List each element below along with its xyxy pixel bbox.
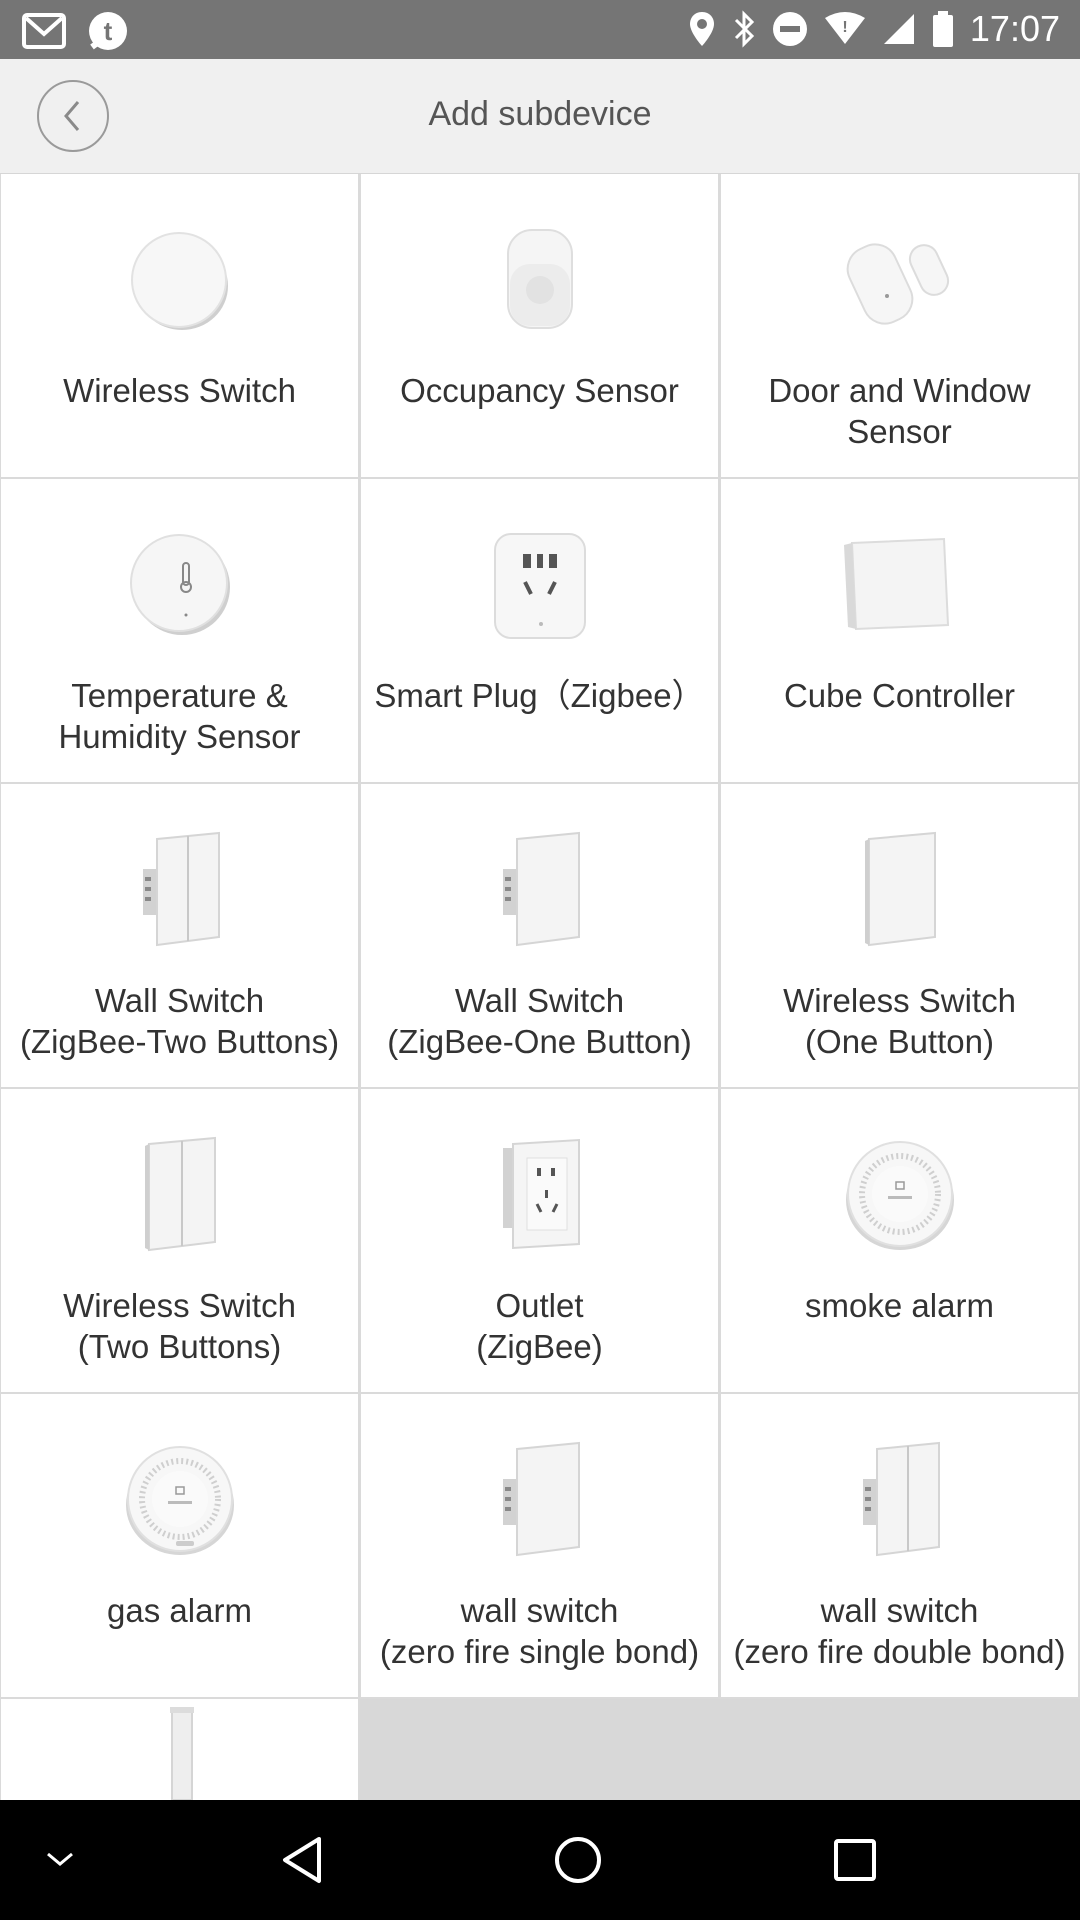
system-nav-bar [0,1800,1080,1920]
device-label: Door and Window Sensor [768,372,1031,450]
device-wall-switch-zero-fire-double[interactable]: wall switch (zero fire double bond) [720,1394,1080,1699]
device-smart-plug[interactable]: Smart Plug（Zigbee） [360,479,720,784]
outlet-device-icon [502,1138,580,1250]
device-label: Wall Switch (ZigBee-Two Buttons) [19,982,340,1060]
device-label: Wall Switch (ZigBee-One Button) [387,982,692,1060]
gas-alarm-device-icon [125,1446,234,1555]
hide-keyboard-icon [47,1852,73,1866]
home-nav-button[interactable] [538,1800,618,1920]
device-cube-controller[interactable]: Cube Controller [720,479,1080,784]
device-label: Smart Plug（Zigbee） [374,677,705,714]
app-header: Add subdevice [0,59,1080,174]
chevron-left-icon [64,101,80,131]
status-bar: t ! 17:07 [0,0,1080,59]
wall-switch-one-device-icon [502,831,580,947]
smoke-alarm-device-icon [845,1141,954,1250]
status-time: 17:07 [969,8,1060,49]
wireless-switch-two-device-icon [144,1136,216,1252]
svg-text:!: ! [842,19,847,36]
device-wireless-switch[interactable]: Wireless Switch [0,174,360,479]
wall-switch-two-device-icon [862,1441,940,1557]
device-wireless-switch-two[interactable]: Wireless Switch (Two Buttons) [0,1089,360,1394]
cube-device-icon [843,537,949,631]
device-occupancy-sensor[interactable]: Occupancy Sensor [360,174,720,479]
device-wall-switch-two[interactable]: Wall Switch (ZigBee-Two Buttons) [0,784,360,1089]
recents-square-icon [834,1839,876,1881]
device-curtain[interactable] [0,1699,360,1800]
door-sensor-device-icon [846,243,949,325]
device-label: wall switch (zero fire double bond) [733,1592,1066,1670]
smart-plug-device-icon [493,533,586,639]
device-door-window-sensor[interactable]: Door and Window Sensor [720,174,1080,479]
signal-icon [883,14,914,44]
round-button-device-icon [130,232,228,330]
recents-nav-button[interactable] [815,1800,895,1920]
device-label: wall switch (zero fire single bond) [379,1592,700,1670]
svg-text:t: t [104,16,113,46]
device-wall-switch-one[interactable]: Wall Switch (ZigBee-One Button) [360,784,720,1089]
device-gas-alarm[interactable]: gas alarm [0,1394,360,1699]
gmail-icon [22,13,66,49]
home-circle-icon [555,1837,601,1883]
device-label: gas alarm [107,1592,252,1629]
device-label: Temperature & Humidity Sensor [58,677,301,755]
location-icon [689,12,714,46]
device-outlet[interactable]: Outlet (ZigBee) [360,1089,720,1394]
device-label: Outlet (ZigBee) [476,1287,603,1365]
wall-switch-two-device-icon [142,831,220,947]
battery-icon [932,11,953,47]
wall-switch-one-device-icon [502,1441,580,1557]
device-label: Cube Controller [783,677,1016,714]
device-label: smoke alarm [805,1287,994,1324]
back-nav-button[interactable] [262,1800,342,1920]
thermometer-sensor-device-icon [129,534,230,635]
wifi-icon: ! [824,12,865,44]
device-wireless-switch-one[interactable]: Wireless Switch (One Button) [720,784,1080,1089]
empty-area [360,1699,1080,1800]
wireless-switch-one-device-icon [864,831,936,947]
device-label: Occupancy Sensor [400,372,679,409]
notification-t-icon: t [89,12,127,50]
motion-sensor-device-icon [506,229,573,329]
device-smoke-alarm[interactable]: smoke alarm [720,1089,1080,1394]
back-triangle-icon [283,1837,321,1883]
hide-keyboard-button[interactable] [30,1800,90,1920]
do-not-disturb-icon [772,12,807,46]
curtain-device-icon [169,1707,194,1800]
device-label: Wireless Switch (One Button) [783,982,1016,1060]
device-label: Wireless Switch [63,372,296,409]
back-button[interactable] [37,80,109,152]
device-wall-switch-zero-fire-single[interactable]: wall switch (zero fire single bond) [360,1394,720,1699]
page-title: Add subdevice [428,95,652,133]
device-temperature-humidity-sensor[interactable]: Temperature & Humidity Sensor [0,479,360,784]
bluetooth-icon [734,10,755,48]
device-label: Wireless Switch (Two Buttons) [63,1287,296,1365]
